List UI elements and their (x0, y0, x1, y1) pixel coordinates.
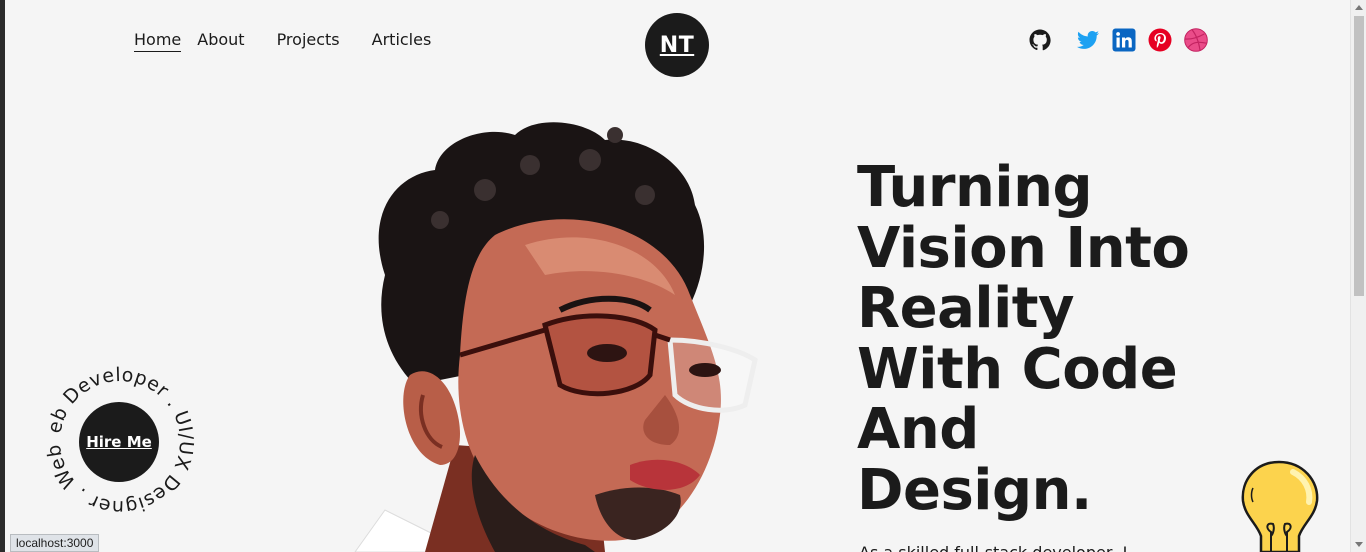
nav-link-articles[interactable]: Articles (372, 30, 432, 49)
headline-line: Reality (857, 276, 1075, 341)
hire-me-button[interactable]: Hire Me (79, 402, 159, 482)
linkedin-icon[interactable] (1112, 28, 1136, 52)
hire-me-badge: Web Developer . UI/UX Designer . Web Dev… (45, 366, 195, 516)
dribbble-icon[interactable] (1184, 28, 1208, 52)
github-icon[interactable] (1028, 28, 1052, 52)
twitter-icon[interactable] (1076, 28, 1100, 52)
top-navigation: Home About Projects Articles NT (5, 0, 1366, 84)
headline-line: Turning (857, 155, 1093, 220)
hero-headline: Turning Vision Into Reality With Code An… (857, 155, 1237, 523)
pinterest-icon[interactable] (1148, 28, 1172, 52)
headline-line: Design. (857, 457, 1092, 523)
scrollbar-thumb[interactable] (1354, 16, 1364, 296)
scroll-up-arrow-icon[interactable] (1355, 5, 1363, 10)
headline-line: Vision Into (857, 215, 1190, 281)
nav-links: Home About Projects Articles (134, 30, 432, 52)
nav-link-about[interactable]: About (197, 30, 244, 49)
headline-line: And (857, 397, 979, 462)
nav-link-home[interactable]: Home (134, 30, 182, 52)
lightbulb-icon (1235, 456, 1325, 552)
site-logo[interactable]: NT (645, 13, 709, 77)
hero-intro-text: As a skilled full-stack developer, I (859, 543, 1127, 552)
headline-line: With Code (857, 336, 1178, 402)
vertical-scrollbar[interactable] (1350, 0, 1366, 552)
scroll-down-arrow-icon[interactable] (1355, 542, 1363, 547)
developer-portrait (345, 115, 775, 552)
nav-link-projects[interactable]: Projects (277, 30, 340, 49)
social-links (1028, 28, 1208, 52)
browser-status-bar: localhost:3000 (10, 534, 100, 552)
